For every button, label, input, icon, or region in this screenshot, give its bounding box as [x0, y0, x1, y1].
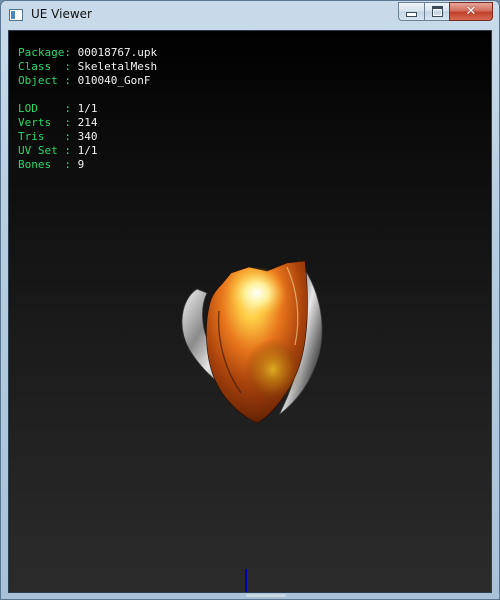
info-label: Class : [18, 60, 78, 73]
maximize-icon [431, 6, 443, 17]
info-label: Tris : [18, 130, 78, 143]
info-bones: Bones : 9 [18, 158, 157, 172]
info-label: Package: [18, 46, 78, 59]
info-value: SkeletalMesh [77, 60, 158, 73]
info-value: 1/1 [77, 102, 98, 115]
info-class: Class : SkeletalMesh [18, 60, 157, 74]
info-package: Package: 00018767.upk [18, 46, 157, 60]
info-value: 9 [77, 158, 85, 171]
info-uvset: UV Set : 1/1 [18, 144, 157, 158]
close-button[interactable]: ✕ [449, 2, 493, 21]
close-icon: ✕ [465, 4, 477, 19]
resize-grip[interactable] [246, 594, 286, 597]
info-label: Object : [18, 74, 78, 87]
info-value: 010040_GonF [77, 74, 151, 87]
app-window: UE Viewer ✕ Package: 00018767.upk Class … [0, 0, 500, 600]
info-object: Object : 010040_GonF [18, 74, 157, 88]
info-tris: Tris : 340 [18, 130, 157, 144]
title-bar[interactable]: UE Viewer ✕ [1, 1, 499, 31]
mesh-info-overlay: Package: 00018767.upk Class : SkeletalMe… [18, 46, 157, 172]
info-label: LOD : [18, 102, 78, 115]
minimize-icon [406, 12, 417, 17]
app-window-icon[interactable] [9, 9, 23, 21]
window-title: UE Viewer [31, 7, 92, 21]
skeletal-mesh-model[interactable] [159, 227, 329, 427]
maximize-button[interactable] [424, 2, 449, 21]
minimize-button[interactable] [398, 2, 424, 21]
axis-gizmo [245, 569, 247, 592]
info-value: 340 [77, 130, 98, 143]
info-label: Bones : [18, 158, 78, 171]
info-value: 214 [77, 116, 98, 129]
3d-viewport[interactable]: Package: 00018767.upk Class : SkeletalMe… [8, 30, 492, 593]
info-lod: LOD : 1/1 [18, 102, 157, 116]
info-verts: Verts : 214 [18, 116, 157, 130]
caption-buttons: ✕ [398, 2, 493, 21]
info-value: 1/1 [77, 144, 98, 157]
info-label: UV Set : [18, 144, 78, 157]
info-value: 00018767.upk [77, 46, 158, 59]
info-label: Verts : [18, 116, 78, 129]
